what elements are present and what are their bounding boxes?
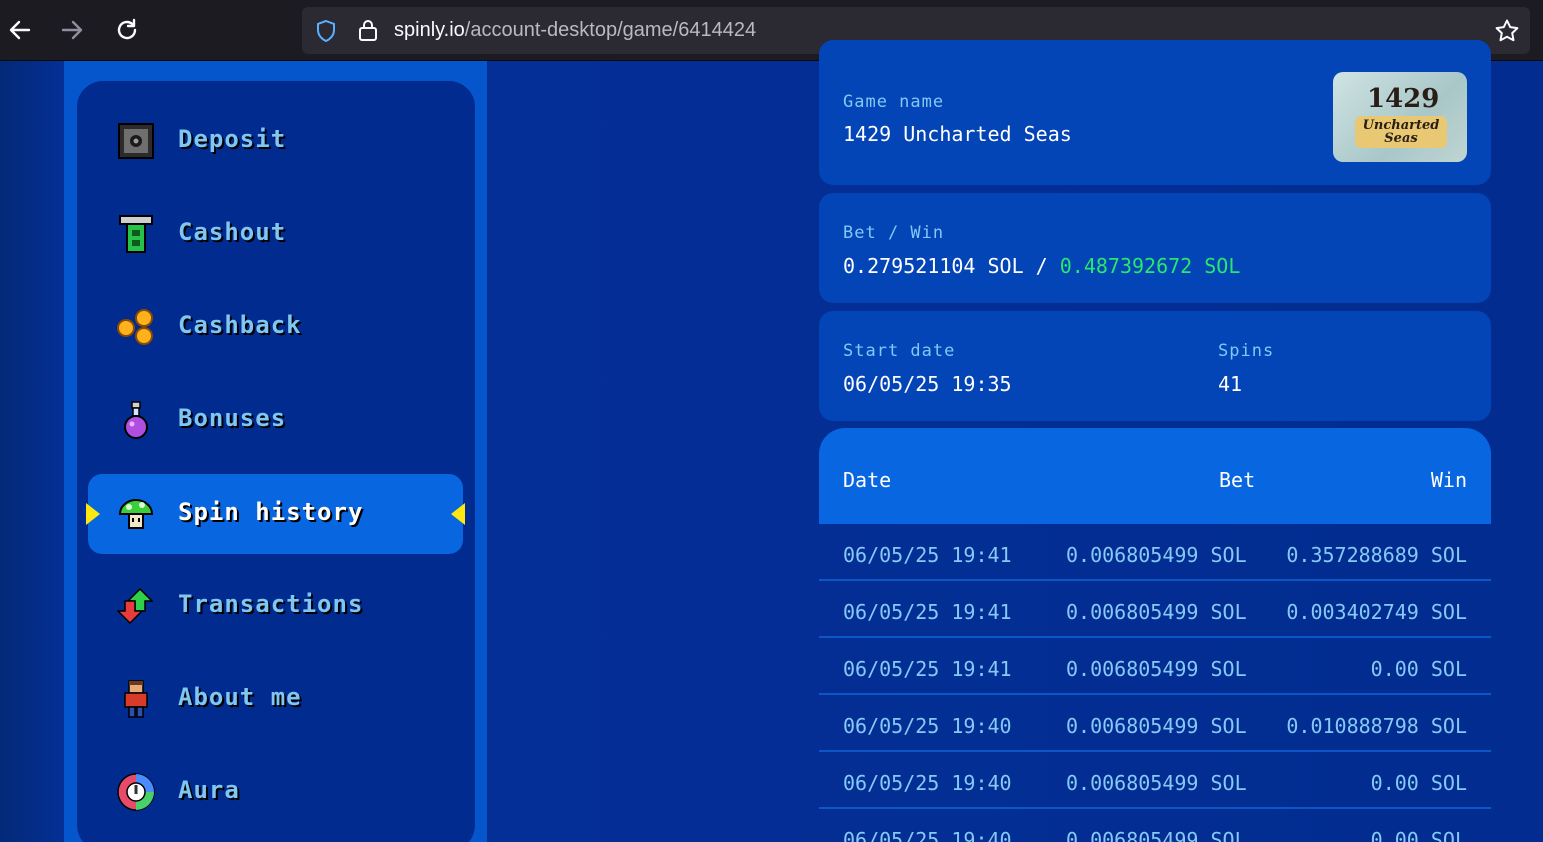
aura-icon xyxy=(117,773,155,811)
column-header-win: Win xyxy=(1430,468,1467,492)
row-date: 06/05/25 19:40 xyxy=(843,828,1012,842)
spin-table-header: Date Bet Win xyxy=(819,428,1491,524)
sidebar-item-deposit[interactable]: Deposit xyxy=(88,101,463,181)
sidebar-item-label: Spin history xyxy=(178,498,364,526)
safe-icon xyxy=(118,123,154,159)
table-row: 06/05/25 19:40 0.006805499 SOL 0.00 SOL xyxy=(819,752,1491,809)
row-bet: 0.006805499 SOL xyxy=(1066,657,1247,681)
row-bet: 0.006805499 SOL xyxy=(1066,600,1247,624)
bet-win-label: Bet / Win xyxy=(843,223,945,243)
sidebar-item-label: Cashback xyxy=(178,311,302,339)
sidebar-item-cashout[interactable]: Cashout xyxy=(88,194,463,274)
sidebar-item-label: Transactions xyxy=(178,590,364,618)
row-win: 0.357288689 SOL xyxy=(1286,543,1467,567)
row-date: 06/05/25 19:40 xyxy=(843,714,1012,738)
row-bet: 0.006805499 SOL xyxy=(1066,771,1247,795)
win-value: 0.487392672 SOL xyxy=(1059,254,1241,278)
coins-icon xyxy=(117,309,153,345)
row-date: 06/05/25 19:41 xyxy=(843,543,1012,567)
reload-button[interactable] xyxy=(111,14,143,46)
table-row: 06/05/25 19:40 0.006805499 SOL 0.00 SOL xyxy=(819,809,1491,842)
sidebar-item-label: Deposit xyxy=(178,125,287,153)
column-header-bet: Bet xyxy=(1219,468,1256,492)
sidebar-item-label: Cashout xyxy=(178,218,287,246)
reload-icon xyxy=(117,18,137,40)
row-date: 06/05/25 19:41 xyxy=(843,600,1012,624)
bet-win-card: Bet / Win 0.279521104 SOL / 0.487392672 … xyxy=(819,193,1491,303)
bet-win-value: 0.279521104 SOL / 0.487392672 SOL xyxy=(843,254,1240,278)
game-thumbnail-subtitle: Uncharted Seas xyxy=(1355,116,1447,148)
row-win: 0.00 SOL xyxy=(1370,771,1467,795)
sidebar-item-spin-history[interactable]: Spin history xyxy=(86,474,465,554)
table-row: 06/05/25 19:41 0.006805499 SOL 0.3572886… xyxy=(819,524,1491,581)
row-bet: 0.006805499 SOL xyxy=(1066,543,1247,567)
table-row: 06/05/25 19:41 0.006805499 SOL 0.0034027… xyxy=(819,581,1491,638)
game-name-label: Game name xyxy=(843,92,945,112)
start-date-spins-card: Start date 06/05/25 19:35 Spins 41 xyxy=(819,311,1491,421)
selection-arrow-right-icon xyxy=(451,503,465,525)
start-date-label: Start date xyxy=(843,341,956,361)
sidebar-item-aura[interactable]: Aura xyxy=(88,752,463,832)
lock-icon xyxy=(359,20,377,41)
sidebar-item-cashback[interactable]: Cashback xyxy=(88,287,463,367)
back-button[interactable] xyxy=(4,14,36,46)
sidebar-item-label: About me xyxy=(178,683,302,711)
bet-value: 0.279521104 SOL xyxy=(843,254,1024,278)
spins-label: Spins xyxy=(1218,341,1275,361)
sidebar-item-bonuses[interactable]: Bonuses xyxy=(88,380,463,460)
person-icon xyxy=(124,680,148,718)
row-bet: 0.006805499 SOL xyxy=(1066,828,1247,842)
sidebar-item-label: Aura xyxy=(178,776,240,804)
table-row: 06/05/25 19:40 0.006805499 SOL 0.0108887… xyxy=(819,695,1491,752)
row-win: 0.00 SOL xyxy=(1370,657,1467,681)
url-text: spinly.io/account-desktop/game/6414424 xyxy=(394,19,756,42)
row-date: 06/05/25 19:40 xyxy=(843,771,1012,795)
selection-arrow-left-icon xyxy=(86,503,100,525)
table-row: 06/05/25 19:41 0.006805499 SOL 0.00 SOL xyxy=(819,638,1491,695)
potion-icon xyxy=(124,401,148,439)
row-win: 0.00 SOL xyxy=(1370,828,1467,842)
game-thumbnail-title: 1429 xyxy=(1367,84,1440,114)
arrow-left-icon xyxy=(9,20,31,40)
sidebar-item-label: Bonuses xyxy=(178,404,287,432)
game-thumbnail[interactable]: 1429 Uncharted Seas xyxy=(1333,72,1467,162)
star-icon[interactable] xyxy=(1494,18,1520,44)
row-date: 06/05/25 19:41 xyxy=(843,657,1012,681)
mushroom-icon xyxy=(118,499,154,529)
sidebar-item-transactions[interactable]: Transactions xyxy=(88,566,463,646)
atm-icon xyxy=(119,215,153,253)
spin-table-body: 06/05/25 19:41 0.006805499 SOL 0.3572886… xyxy=(819,524,1491,842)
arrow-right-icon xyxy=(61,20,83,40)
row-win: 0.010888798 SOL xyxy=(1286,714,1467,738)
forward-button[interactable] xyxy=(56,14,88,46)
start-date-value: 06/05/25 19:35 xyxy=(843,372,1012,396)
shield-icon xyxy=(317,19,335,43)
row-win: 0.003402749 SOL xyxy=(1286,600,1467,624)
column-header-date: Date xyxy=(843,468,892,492)
row-bet: 0.006805499 SOL xyxy=(1066,714,1247,738)
url-path: /account-desktop/game/6414424 xyxy=(464,19,757,41)
url-host: spinly.io xyxy=(394,19,465,41)
spins-value: 41 xyxy=(1218,372,1243,396)
game-name-value: 1429 Uncharted Seas xyxy=(843,122,1072,146)
sidebar-item-about-me[interactable]: About me xyxy=(88,659,463,739)
arrows-icon xyxy=(116,587,154,625)
bet-win-separator: / xyxy=(1035,254,1048,278)
